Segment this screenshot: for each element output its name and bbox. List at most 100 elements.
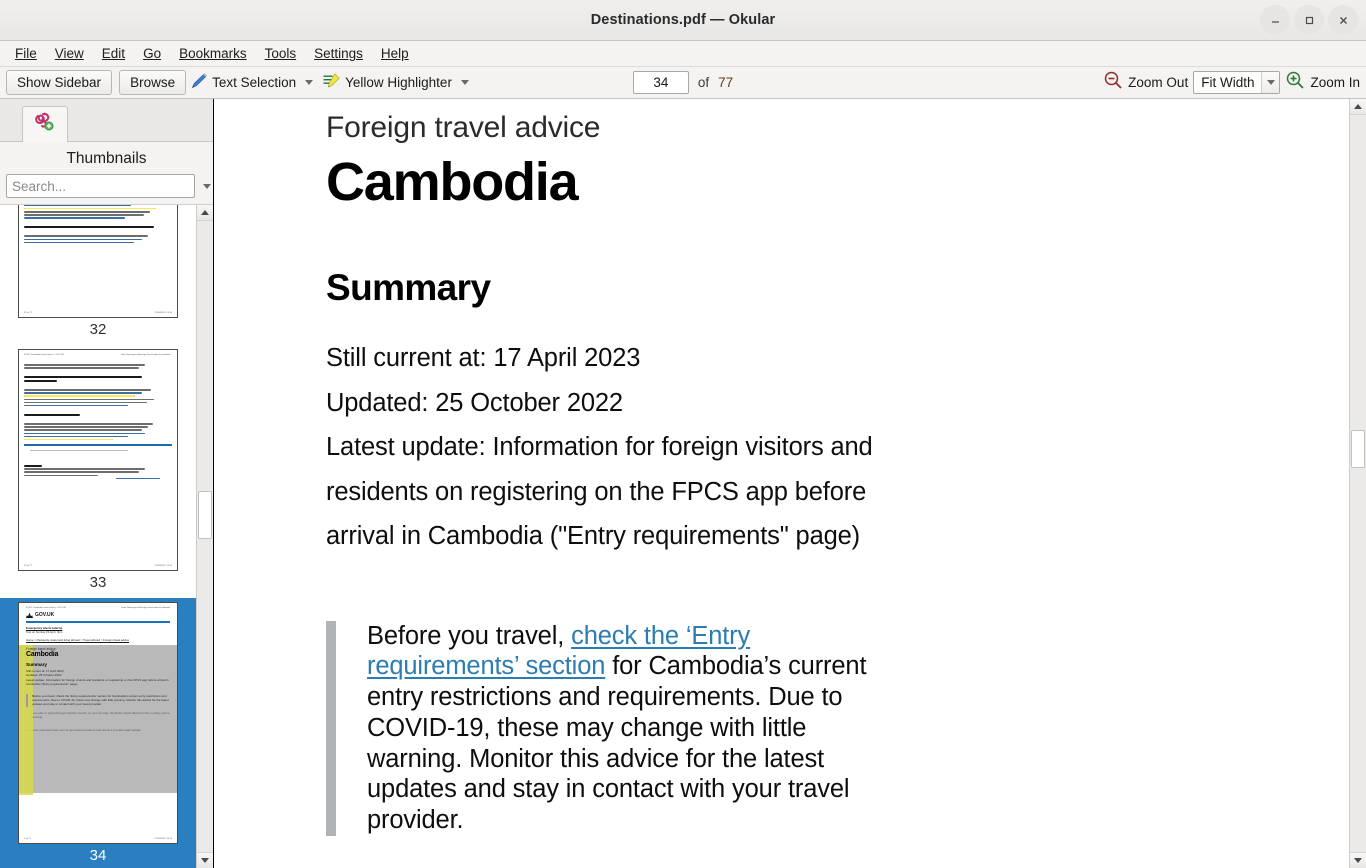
thumbnail-preview-32: FCDO Cambodia travel advice - GOV.UK htt…	[18, 205, 178, 318]
thumbnail-scroll-thumb[interactable]	[198, 491, 212, 539]
thumb34-brand-label: GOV.UK	[35, 612, 54, 618]
menu-view[interactable]: View	[46, 43, 93, 64]
document-area: Foreign travel advice Cambodia Summary S…	[214, 99, 1366, 868]
sidebar-tabs	[0, 99, 213, 142]
pen-icon	[189, 72, 208, 94]
section-heading-summary: Summary	[326, 264, 1349, 312]
maximize-icon[interactable]	[1294, 5, 1324, 35]
menu-edit-label: Edit	[102, 46, 125, 61]
thumbnail-area: FCDO Cambodia travel advice - GOV.UK htt…	[0, 204, 213, 868]
thumbnail-item-32[interactable]: FCDO Cambodia travel advice - GOV.UK htt…	[0, 205, 196, 345]
document-scrollbar[interactable]	[1349, 99, 1366, 868]
zoom-out-label[interactable]: Zoom Out	[1128, 75, 1188, 90]
text-selection-dropdown-icon[interactable]	[305, 80, 313, 85]
thumbnail-list[interactable]: FCDO Cambodia travel advice - GOV.UK htt…	[0, 205, 196, 868]
zoom-in-label[interactable]: Zoom In	[1310, 75, 1360, 90]
thumb32-footer-left: 32 of 77	[24, 312, 32, 314]
thumb34-brand: GOV.UK	[26, 612, 170, 618]
entry-requirements-callout: Before you travel, check the ‘Entry requ…	[326, 621, 896, 837]
menu-go[interactable]: Go	[134, 43, 170, 64]
document-scroll-down-icon[interactable]	[1350, 852, 1366, 868]
thumb34-quote: Before you travel, check the 'Entry requ…	[32, 694, 170, 707]
thumbnail-scroll-up-icon[interactable]	[197, 205, 213, 221]
thumbnail-scroll-down-icon[interactable]	[197, 852, 213, 868]
thumb34-h2: Summary	[26, 662, 170, 667]
thumb34-title: Cambodia	[26, 651, 170, 658]
thumb33-header-left: FCDO Cambodia travel advice - GOV.UK	[24, 354, 64, 356]
thumb34-footer-right: 17/04/2023, 13:14	[154, 838, 172, 840]
thumbnail-number-33: 33	[90, 571, 107, 598]
annotations-icon	[32, 110, 58, 139]
menu-tools[interactable]: Tools	[256, 43, 306, 64]
thumb33-footer-right: 17/04/2023, 13:14	[154, 565, 172, 567]
page-of-label: of	[698, 75, 709, 90]
highlighter-dropdown-icon[interactable]	[461, 80, 469, 85]
document-view[interactable]: Foreign travel advice Cambodia Summary S…	[214, 99, 1349, 868]
main-toolbar: Show Sidebar Browse Text Selection	[0, 67, 1366, 99]
title-bar: Destinations.pdf — Okular	[0, 0, 1366, 41]
minimize-icon[interactable]	[1260, 5, 1290, 35]
document-scroll-track[interactable]	[1350, 115, 1366, 852]
main-body: Thumbnails FCDO Cambodia travel advice -	[0, 99, 1366, 868]
zoom-level-chevron-down-icon[interactable]	[1261, 72, 1279, 93]
zoom-controls: Zoom Out Fit Width Zoom In	[1103, 70, 1360, 95]
thumb33-header-right: https://www.gov.uk/foreign-travel-advice…	[121, 354, 172, 356]
thumb34-alert-detail: Test on Sunday 23 April, 3pm	[26, 630, 170, 634]
sidebar-tab-annotations[interactable]	[22, 106, 68, 142]
window-title: Destinations.pdf — Okular	[0, 12, 1366, 28]
zoom-out-icon[interactable]	[1103, 70, 1123, 95]
thumbnail-item-34[interactable]: FCDO Cambodia travel advice - GOV.UK htt…	[0, 598, 196, 868]
menu-bookmarks[interactable]: Bookmarks	[170, 43, 256, 64]
page-number-input[interactable]: 34	[633, 71, 689, 94]
updated-text: Updated: 25 October 2022	[326, 381, 926, 426]
zoom-level-select[interactable]: Fit Width	[1193, 71, 1280, 94]
menu-help[interactable]: Help	[372, 43, 418, 64]
zoom-in-icon[interactable]	[1285, 70, 1305, 95]
window-controls	[1260, 5, 1358, 35]
crown-icon	[26, 612, 33, 618]
close-icon[interactable]	[1328, 5, 1358, 35]
okular-window: Destinations.pdf — Okular File View Edit…	[0, 0, 1366, 868]
thumb32-footer-right: 17/04/2023, 13:14	[154, 312, 172, 314]
highlighter-icon	[322, 72, 341, 94]
text-selection-label: Text Selection	[212, 75, 296, 90]
menu-edit[interactable]: Edit	[93, 43, 134, 64]
thumbnail-search-row	[0, 174, 213, 204]
page-title: Cambodia	[326, 148, 1349, 216]
menu-bar: File View Edit Go Bookmarks Tools Settin…	[0, 41, 1366, 67]
thumbnail-preview-33: FCDO Cambodia travel advice - GOV.UK htt…	[18, 349, 178, 571]
callout-text-before: Before you travel,	[367, 622, 571, 650]
thumbnail-scrollbar[interactable]	[196, 205, 213, 868]
thumbnail-item-33[interactable]: FCDO Cambodia travel advice - GOV.UK htt…	[0, 345, 196, 598]
text-selection-tool[interactable]: Text Selection	[186, 70, 299, 96]
page-kicker: Foreign travel advice	[326, 99, 1349, 148]
thumb34-header-left: FCDO Cambodia travel advice - GOV.UK	[26, 607, 66, 609]
show-sidebar-button[interactable]: Show Sidebar	[6, 70, 112, 95]
latest-update-text: Latest update: Information for foreign v…	[326, 425, 931, 559]
menu-file[interactable]: File	[6, 43, 46, 64]
document-scroll-thumb[interactable]	[1351, 430, 1365, 468]
menu-go-label: Go	[143, 46, 161, 61]
search-options-chevron-down-icon[interactable]	[203, 184, 211, 189]
pdf-page: Foreign travel advice Cambodia Summary S…	[214, 99, 1349, 836]
yellow-highlighter-tool[interactable]: Yellow Highlighter	[319, 70, 455, 96]
browse-button[interactable]: Browse	[119, 70, 186, 95]
menu-file-label: File	[15, 46, 37, 61]
menu-tools-label: Tools	[265, 46, 297, 61]
page-total-label: 77	[718, 75, 733, 90]
thumbnail-scroll-track[interactable]	[197, 221, 213, 852]
thumbnail-number-32: 32	[90, 318, 107, 345]
thumbnail-preview-34: FCDO Cambodia travel advice - GOV.UK htt…	[18, 602, 178, 844]
zoom-level-value: Fit Width	[1194, 72, 1261, 93]
document-scroll-up-icon[interactable]	[1350, 99, 1366, 115]
thumb33-footer-left: 33 of 77	[24, 565, 32, 567]
menu-help-label: Help	[381, 46, 409, 61]
yellow-highlighter-label: Yellow Highlighter	[345, 75, 452, 90]
menu-settings[interactable]: Settings	[305, 43, 372, 64]
thumb34-line-3: Latest update: Information for foreign v…	[26, 678, 170, 687]
menu-bookmarks-label: Bookmarks	[179, 46, 247, 61]
sidebar: Thumbnails FCDO Cambodia travel advice -	[0, 99, 214, 868]
thumb34-footer-left: 1 of 77	[24, 838, 31, 840]
search-input[interactable]	[6, 174, 195, 198]
menu-settings-label: Settings	[314, 46, 363, 61]
